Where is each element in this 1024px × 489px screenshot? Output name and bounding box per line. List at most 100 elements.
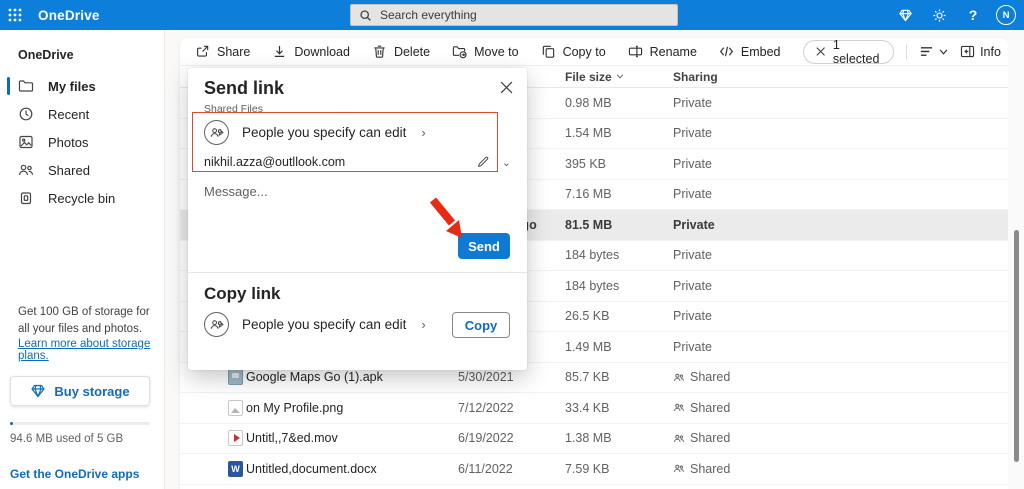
sidebar-item-label: Recycle bin xyxy=(48,190,116,206)
file-name-cell[interactable]: on My Profile.png xyxy=(246,401,458,415)
premium-diamond-icon xyxy=(31,384,46,398)
file-size-cell: 1.38 MB xyxy=(565,431,612,446)
sidebar-item-recent[interactable]: Recent xyxy=(0,100,164,128)
sidebar-item-shared[interactable]: Shared xyxy=(0,156,164,184)
sharing-cell[interactable]: Private xyxy=(673,218,1008,232)
copy-button[interactable]: Copy xyxy=(452,312,510,338)
file-size-cell: 1.49 MB xyxy=(565,339,612,354)
sharing-cell[interactable]: Private xyxy=(673,187,1008,201)
png-file-icon xyxy=(228,399,246,416)
chevron-right-icon: › xyxy=(421,317,426,332)
app-title: OneDrive xyxy=(38,7,100,23)
sharing-status-label: Private xyxy=(673,187,712,202)
sharing-status-label: Shared xyxy=(690,461,731,476)
file-name-cell[interactable]: Untitled,document.docx xyxy=(246,462,458,476)
storage-plans-link[interactable]: Learn more about storage plans. xyxy=(18,338,155,362)
account-avatar[interactable]: N xyxy=(996,5,1016,25)
sharing-cell[interactable]: Shared xyxy=(673,431,1008,445)
send-link-dialog: Send link Shared Files People you specif… xyxy=(188,68,527,370)
sharing-cell[interactable]: Private xyxy=(673,126,1008,140)
people-edit-icon xyxy=(204,120,229,145)
table-row[interactable]: W Untitled,document.docx 6/11/2022 7.59 KB S… xyxy=(180,454,1008,485)
sharing-cell[interactable]: Shared xyxy=(673,462,1008,476)
rename-icon xyxy=(628,44,643,59)
sidebar-item-recycle-bin[interactable]: Recycle bin xyxy=(0,184,164,212)
table-row[interactable]: on My Profile.png 7/12/2022 33.4 KB Shared xyxy=(180,393,1008,424)
folder-icon xyxy=(18,78,34,94)
file-name-cell[interactable]: Google Maps Go (1).apk xyxy=(246,370,458,384)
recipient-email: nikhil.azza@outllook.com xyxy=(204,155,346,169)
copy-link-permission-selector[interactable]: People you specify can edit › xyxy=(204,312,426,337)
sidebar-item-label: Recent xyxy=(48,106,90,122)
command-toolbar: Share Download Delete Move to Copy to Rename E… xyxy=(180,38,1008,66)
sharing-cell[interactable]: Private xyxy=(673,157,1008,171)
toolbar-divider xyxy=(906,43,908,60)
dialog-divider xyxy=(188,272,527,273)
file-size-cell: 184 bytes xyxy=(565,278,620,293)
shared-people-icon xyxy=(673,463,685,474)
sharing-status-label: Shared xyxy=(690,400,731,415)
command-label: Delete xyxy=(393,44,431,59)
download-button[interactable]: Download xyxy=(272,44,350,59)
file-size-cell: 81.5 MB xyxy=(565,217,613,232)
chevron-down-icon xyxy=(939,48,948,55)
file-size-cell: 7.16 MB xyxy=(565,187,612,202)
shared-people-icon xyxy=(673,402,685,413)
move-to-icon xyxy=(452,44,467,59)
buy-storage-button[interactable]: Buy storage xyxy=(10,376,150,406)
recycle-bin-icon xyxy=(18,190,34,206)
link-permission-selector[interactable]: People you specify can edit › xyxy=(204,120,426,145)
sharing-cell[interactable]: Private xyxy=(673,248,1008,262)
message-input[interactable]: Message... xyxy=(204,184,268,199)
copy-permission-label: People you specify can edit xyxy=(242,317,407,332)
selection-pill[interactable]: 1 selected xyxy=(802,38,895,66)
sharing-cell[interactable]: Private xyxy=(673,96,1008,110)
premium-diamond-icon[interactable] xyxy=(894,4,916,26)
share-button[interactable]: Share xyxy=(195,44,250,59)
embed-button[interactable]: Embed xyxy=(719,44,781,59)
delete-button[interactable]: Delete xyxy=(372,44,430,59)
help-icon[interactable]: ? xyxy=(962,4,984,26)
file-name-cell[interactable]: Untitl,,7&ed.mov xyxy=(246,431,458,445)
file-size-cell: 184 bytes xyxy=(565,248,620,263)
sidebar-item-photos[interactable]: Photos xyxy=(0,128,164,156)
copy-to-button[interactable]: Copy to xyxy=(541,44,606,59)
sharing-status-label: Private xyxy=(673,95,712,110)
sharing-cell[interactable]: Private xyxy=(673,309,1008,323)
send-button[interactable]: Send xyxy=(458,233,510,259)
scrollbar-gutter xyxy=(1008,38,1024,489)
sharing-cell[interactable]: Private xyxy=(673,340,1008,354)
file-size-cell: 395 KB xyxy=(565,156,607,171)
recipient-field[interactable]: nikhil.azza@outllook.com ⌄ xyxy=(204,152,511,172)
storage-usage-text: 94.6 MB used of 5 GB xyxy=(10,433,124,445)
sidebar-item-label: Shared xyxy=(48,162,90,178)
settings-gear-icon[interactable] xyxy=(928,4,950,26)
rename-button[interactable]: Rename xyxy=(628,44,697,59)
edit-pencil-icon[interactable] xyxy=(476,155,490,169)
move-to-button[interactable]: Move to xyxy=(452,44,519,59)
close-icon[interactable] xyxy=(497,78,515,96)
sort-lines-icon xyxy=(920,47,933,56)
command-label: Rename xyxy=(649,44,697,59)
file-size-cell: 85.7 KB xyxy=(565,370,610,385)
vertical-scrollbar-thumb[interactable] xyxy=(1014,230,1019,462)
search-input[interactable]: Search everything xyxy=(350,4,678,26)
sharing-cell[interactable]: Private xyxy=(673,279,1008,293)
storage-promo-text: Get 100 GB of storage for all your files… xyxy=(18,305,150,335)
column-header-sharing[interactable]: Sharing xyxy=(673,70,1008,84)
column-header-file-size[interactable]: File size xyxy=(565,70,673,84)
chevron-down-icon[interactable]: ⌄ xyxy=(502,156,511,169)
sharing-cell[interactable]: Shared xyxy=(673,401,1008,415)
app-launcher-icon[interactable] xyxy=(0,0,30,30)
sharing-status-label: Shared xyxy=(690,370,731,385)
sharing-cell[interactable]: Shared xyxy=(673,370,1008,384)
close-icon[interactable] xyxy=(815,46,825,57)
clock-icon xyxy=(18,106,34,122)
table-row[interactable]: Untitl,,7&ed.mov 6/19/2022 1.38 MB Shared xyxy=(180,424,1008,454)
info-pane-button[interactable]: Info xyxy=(960,45,1001,59)
view-options-button[interactable] xyxy=(919,45,948,58)
dialog-subtitle: Shared Files xyxy=(204,103,263,115)
get-onedrive-apps-link[interactable]: Get the OneDrive apps xyxy=(10,467,155,481)
sidebar-item-my-files[interactable]: My files xyxy=(0,72,164,100)
left-navigation: OneDrive My files Recent Photos Shared Recyc… xyxy=(0,30,165,489)
